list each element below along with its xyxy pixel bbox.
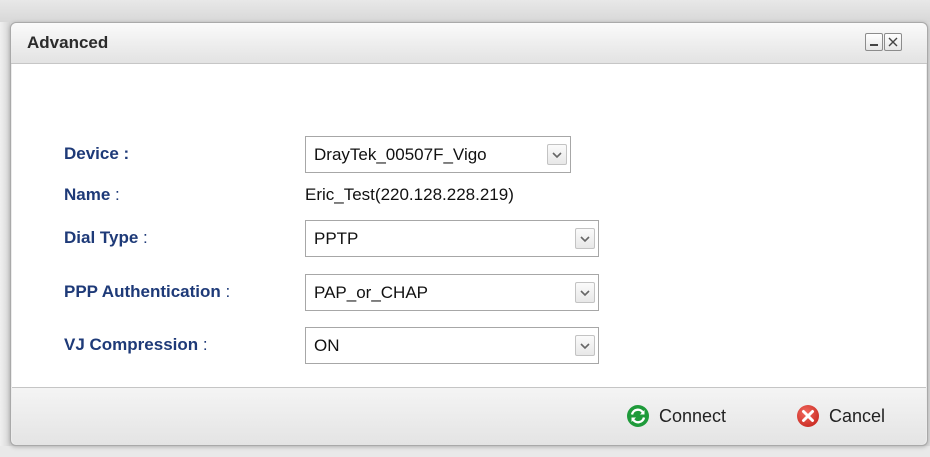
device-label: Device : [64,144,130,163]
minimize-button[interactable] [865,33,883,51]
background-window [0,0,930,22]
cancel-label: Cancel [829,406,886,426]
connect-button[interactable]: Connect [626,402,766,430]
chevron-down-icon [580,290,590,297]
name-label: Name : [64,185,120,204]
dial-type-dropdown-button[interactable] [575,228,595,249]
dialog-content: Device : DrayTek_00507F_Vigo Name : Eric… [12,64,926,387]
dialog-footer: Connect Cancel [12,387,926,445]
vj-compression-select-value: ON [314,336,340,355]
name-value: Eric_Test(220.128.228.219) [305,185,514,204]
ppp-auth-select-value: PAP_or_CHAP [314,283,429,302]
connect-label: Connect [659,406,727,426]
device-select-value: DrayTek_00507F_Vigo [314,145,487,164]
cancel-icon [797,405,819,427]
refresh-icon [627,405,649,427]
vj-compression-dropdown-button[interactable] [575,335,595,356]
device-dropdown-button[interactable] [547,144,567,165]
dial-type-select-value: PPTP [314,229,359,248]
ppp-auth-select[interactable]: PAP_or_CHAP [305,274,599,311]
dial-type-label: Dial Type : [64,228,148,247]
close-icon [888,37,898,47]
chevron-down-icon [580,236,590,243]
background-window-edge [0,22,10,457]
ppp-auth-label: PPP Authentication : [64,282,231,301]
vj-compression-label: VJ Compression : [64,335,208,354]
dialog-title: Advanced [27,33,109,52]
advanced-dialog: Advanced Device : DrayTek_00507F_Vigo Na… [10,22,928,446]
cancel-button[interactable]: Cancel [796,402,916,430]
minimize-icon [870,44,878,46]
dial-type-select[interactable]: PPTP [305,220,599,257]
chevron-down-icon [580,343,590,350]
background-window-bottom [0,446,930,457]
vj-compression-select[interactable]: ON [305,327,599,364]
ppp-auth-dropdown-button[interactable] [575,282,595,303]
device-select[interactable]: DrayTek_00507F_Vigo [305,136,571,173]
chevron-down-icon [552,152,562,159]
close-button[interactable] [884,33,902,51]
dialog-titlebar[interactable]: Advanced [11,23,927,64]
